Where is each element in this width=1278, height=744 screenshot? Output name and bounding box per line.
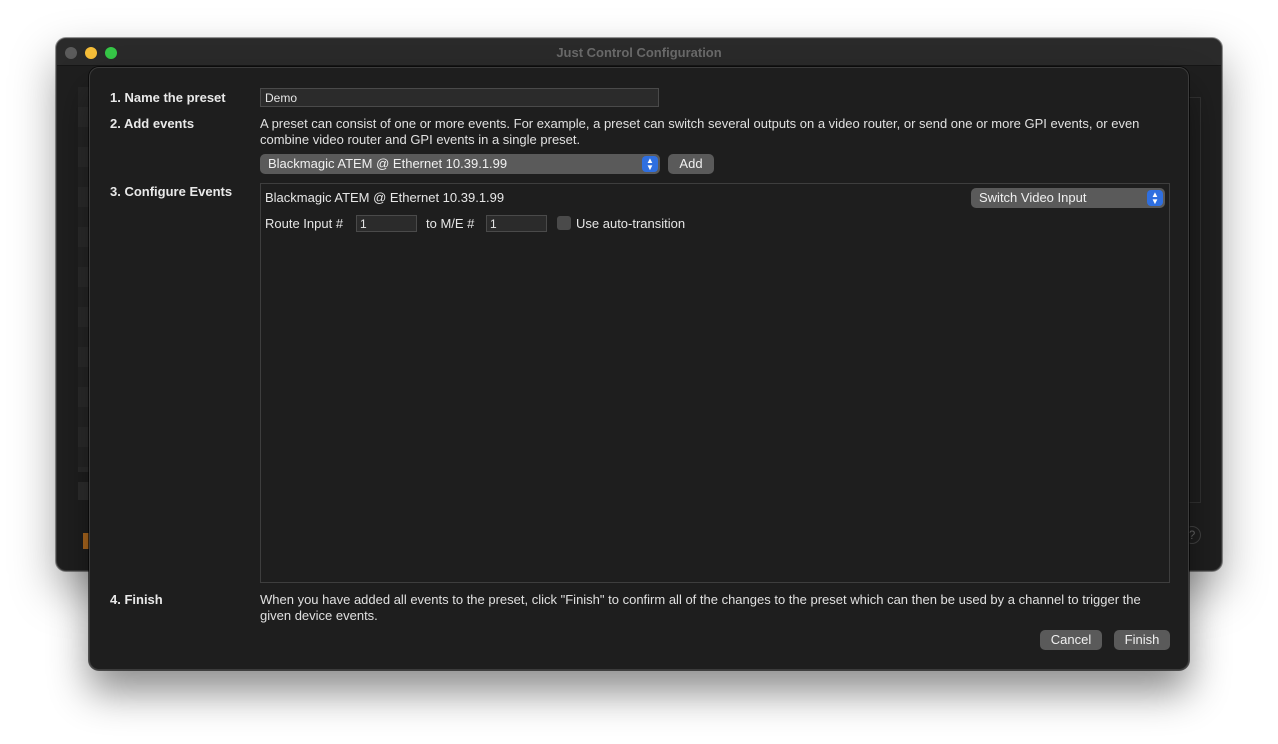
event-action-value: Switch Video Input: [979, 190, 1087, 205]
route-input-label: Route Input #: [265, 216, 344, 231]
events-container: Blackmagic ATEM @ Ethernet 10.39.1.99 Sw…: [260, 183, 1170, 583]
step4-label: 4. Finish: [110, 592, 163, 607]
cancel-button[interactable]: Cancel: [1040, 630, 1102, 650]
add-event-button[interactable]: Add: [668, 154, 714, 174]
route-input-field[interactable]: [356, 215, 417, 232]
event-action-select[interactable]: Switch Video Input ▲ ▼: [971, 188, 1165, 208]
up-down-chevron-icon: ▲ ▼: [1147, 190, 1163, 206]
add-events-description: A preset can consist of one or more even…: [260, 116, 1140, 147]
preset-name-field[interactable]: [260, 88, 659, 107]
preset-config-sheet: 1. Name the preset 2. Add events A prese…: [89, 67, 1189, 670]
device-select-value: Blackmagic ATEM @ Ethernet 10.39.1.99: [268, 156, 508, 171]
step3-label: 3. Configure Events: [110, 184, 233, 199]
finish-description: When you have added all events to the pr…: [260, 592, 1141, 623]
to-me-field[interactable]: [486, 215, 547, 232]
finish-button[interactable]: Finish: [1114, 630, 1170, 650]
window-title: Just Control Configuration: [556, 45, 722, 60]
device-select[interactable]: Blackmagic ATEM @ Ethernet 10.39.1.99 ▲ ▼: [260, 154, 660, 174]
up-down-chevron-icon: ▲ ▼: [642, 156, 658, 172]
step2-label: 2. Add events: [110, 116, 195, 131]
auto-transition-label: Use auto-transition: [576, 216, 686, 231]
event-device-label: Blackmagic ATEM @ Ethernet 10.39.1.99: [265, 190, 505, 205]
to-me-label: to M/E #: [426, 216, 475, 231]
auto-transition-checkbox[interactable]: [557, 216, 571, 230]
step1-label: 1. Name the preset: [110, 90, 226, 105]
title-bar: Just Control Configuration: [57, 39, 1221, 66]
